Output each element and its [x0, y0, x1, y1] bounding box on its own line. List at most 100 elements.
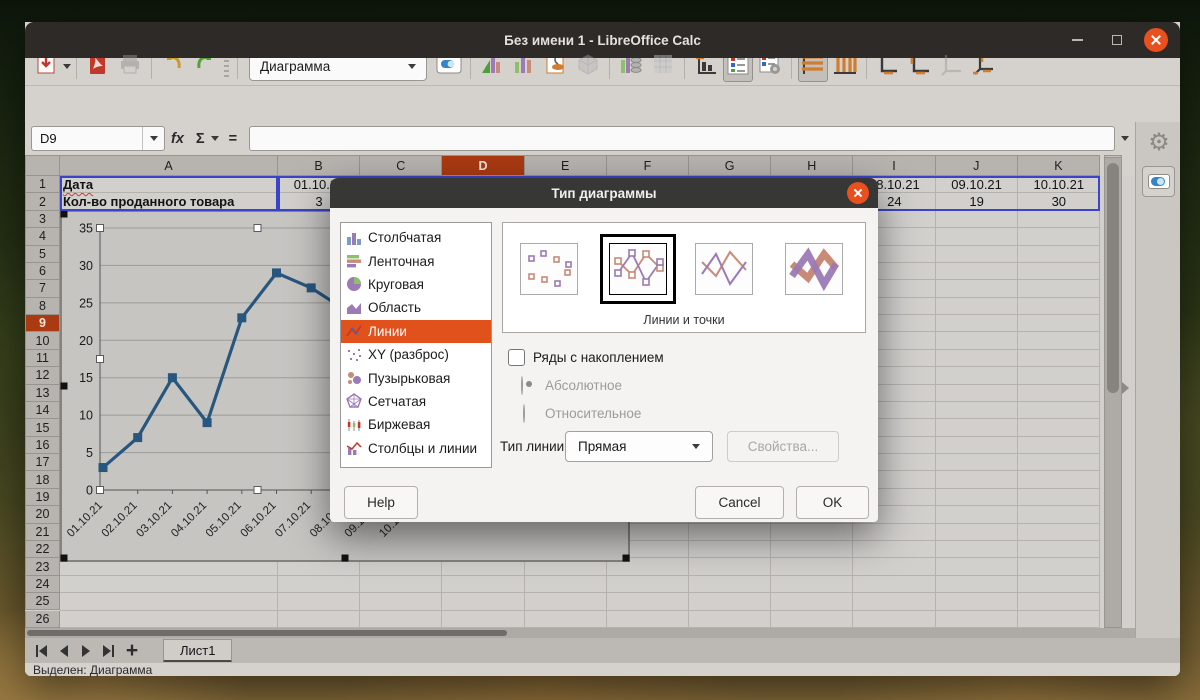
- chart-type-label: Пузырьковая: [368, 371, 450, 386]
- chart-type-column-chart[interactable]: Столбчатая: [341, 226, 491, 249]
- select-all-corner[interactable]: [25, 155, 60, 176]
- chart-type-area-chart[interactable]: Область: [341, 296, 491, 319]
- row-header-6[interactable]: 6: [25, 263, 60, 280]
- sidebar: ⚙: [1135, 122, 1180, 638]
- 3d-view-button[interactable]: [573, 52, 603, 82]
- column-header-I[interactable]: I: [853, 155, 935, 176]
- column-header-J[interactable]: J: [936, 155, 1018, 176]
- row-header-22[interactable]: 22: [25, 541, 60, 558]
- chart-type-xy-chart[interactable]: XY (разброс): [341, 343, 491, 366]
- row-header-2[interactable]: 2: [25, 193, 60, 210]
- sheet-tab-list1[interactable]: Лист1: [163, 639, 232, 663]
- name-box[interactable]: D9: [31, 126, 165, 151]
- row-header-15[interactable]: 15: [25, 419, 60, 436]
- row-header-16[interactable]: 16: [25, 437, 60, 454]
- row-header-19[interactable]: 19: [25, 489, 60, 506]
- vertical-scrollbar-thumb[interactable]: [1107, 163, 1119, 393]
- line-type-combobox[interactable]: Прямая: [565, 431, 713, 462]
- row-header-26[interactable]: 26: [25, 611, 60, 628]
- chart-type-net-chart[interactable]: Сетчатая: [341, 390, 491, 413]
- close-button[interactable]: [1144, 28, 1168, 52]
- formula-bar: D9 fx Σ =: [25, 122, 1135, 155]
- stock-chart-icon: [346, 417, 368, 433]
- subtype-lines-3d[interactable]: [785, 243, 843, 295]
- range-border-labels: [60, 176, 278, 211]
- chart-type-stock-chart[interactable]: Биржевая: [341, 413, 491, 436]
- add-sheet-button[interactable]: +: [119, 640, 145, 662]
- row-header-21[interactable]: 21: [25, 524, 60, 541]
- chart-type-column-line-chart[interactable]: Столбцы и линии: [341, 437, 491, 460]
- previous-sheet-button[interactable]: [53, 640, 75, 662]
- row-header-14[interactable]: 14: [25, 402, 60, 419]
- chart-type-line-chart[interactable]: Линии: [341, 320, 491, 343]
- column-header-F[interactable]: F: [607, 155, 689, 176]
- dialog-close-button[interactable]: [847, 182, 869, 204]
- column-header-E[interactable]: E: [525, 155, 607, 176]
- row-header-10[interactable]: 10: [25, 332, 60, 349]
- column-header-B[interactable]: B: [278, 155, 360, 176]
- function-wizard-button[interactable]: fx: [171, 131, 184, 147]
- column-header-A[interactable]: A: [60, 155, 278, 176]
- row-header-24[interactable]: 24: [25, 576, 60, 593]
- horizontal-scrollbar-thumb[interactable]: [27, 630, 507, 636]
- toolbar-separator: [76, 55, 77, 79]
- column-header-D[interactable]: D: [442, 155, 524, 176]
- column-header-C[interactable]: C: [360, 155, 442, 176]
- row-header-8[interactable]: 8: [25, 298, 60, 315]
- sum-dropdown-icon[interactable]: [211, 136, 219, 141]
- sum-button[interactable]: Σ: [196, 131, 205, 147]
- dialog-titlebar[interactable]: Тип диаграммы: [330, 178, 878, 208]
- equals-button[interactable]: =: [229, 131, 237, 147]
- formula-bar-expand-icon[interactable]: [1121, 136, 1129, 141]
- last-sheet-button[interactable]: [97, 640, 119, 662]
- chart-type-bubble-chart[interactable]: Пузырьковая: [341, 366, 491, 389]
- chart-mode-value: Диаграмма: [260, 59, 330, 74]
- stacked-series-checkbox[interactable]: [508, 349, 525, 366]
- maximize-button[interactable]: [1106, 29, 1128, 51]
- cell-reference: D9: [32, 131, 142, 146]
- row-header-11[interactable]: 11: [25, 350, 60, 367]
- chart-type-pie-chart[interactable]: Круговая: [341, 273, 491, 296]
- window-title: Без имени 1 - LibreOffice Calc: [504, 33, 701, 48]
- minimize-button[interactable]: [1066, 29, 1088, 51]
- subtype-lines-only[interactable]: [695, 243, 753, 295]
- column-header-G[interactable]: G: [689, 155, 771, 176]
- data-in-columns-button[interactable]: [648, 52, 678, 82]
- row-header-25[interactable]: 25: [25, 593, 60, 610]
- row-header-20[interactable]: 20: [25, 506, 60, 523]
- horizontal-scrollbar[interactable]: [25, 628, 1180, 638]
- next-sheet-button[interactable]: [75, 640, 97, 662]
- name-box-dropdown[interactable]: [142, 127, 164, 150]
- sidebar-reveal-arrow[interactable]: [1122, 382, 1129, 394]
- row-header-17[interactable]: 17: [25, 454, 60, 471]
- sidebar-properties-button[interactable]: [1142, 166, 1175, 197]
- chart-type-label: Ленточная: [368, 254, 434, 269]
- column-header-H[interactable]: H: [771, 155, 853, 176]
- properties-button[interactable]: Свойства...: [727, 431, 839, 462]
- sidebar-settings-gear-icon[interactable]: ⚙: [1146, 130, 1172, 156]
- help-button[interactable]: Help: [344, 486, 418, 519]
- relative-radio[interactable]: [523, 404, 525, 423]
- vertical-scrollbar[interactable]: [1104, 157, 1122, 628]
- row-header-3[interactable]: 3: [25, 211, 60, 228]
- export-dropdown[interactable]: [63, 64, 71, 69]
- z-axis-button[interactable]: [937, 52, 967, 82]
- subtype-points-only[interactable]: [520, 243, 578, 295]
- cancel-button[interactable]: Cancel: [695, 486, 784, 519]
- row-header-23[interactable]: 23: [25, 558, 60, 575]
- row-header-18[interactable]: 18: [25, 471, 60, 488]
- row-header-1[interactable]: 1: [25, 176, 60, 193]
- row-header-12[interactable]: 12: [25, 367, 60, 384]
- row-header-13[interactable]: 13: [25, 385, 60, 402]
- row-header-9[interactable]: 9: [25, 315, 60, 332]
- absolute-radio[interactable]: [521, 376, 523, 395]
- formula-input[interactable]: [249, 126, 1115, 151]
- column-header-K[interactable]: K: [1018, 155, 1100, 176]
- row-header-5[interactable]: 5: [25, 246, 60, 263]
- ok-button[interactable]: OK: [796, 486, 869, 519]
- chart-type-bar-chart[interactable]: Ленточная: [341, 249, 491, 272]
- first-sheet-button[interactable]: [31, 640, 53, 662]
- row-header-4[interactable]: 4: [25, 228, 60, 245]
- print-button[interactable]: [115, 52, 145, 82]
- row-header-7[interactable]: 7: [25, 280, 60, 297]
